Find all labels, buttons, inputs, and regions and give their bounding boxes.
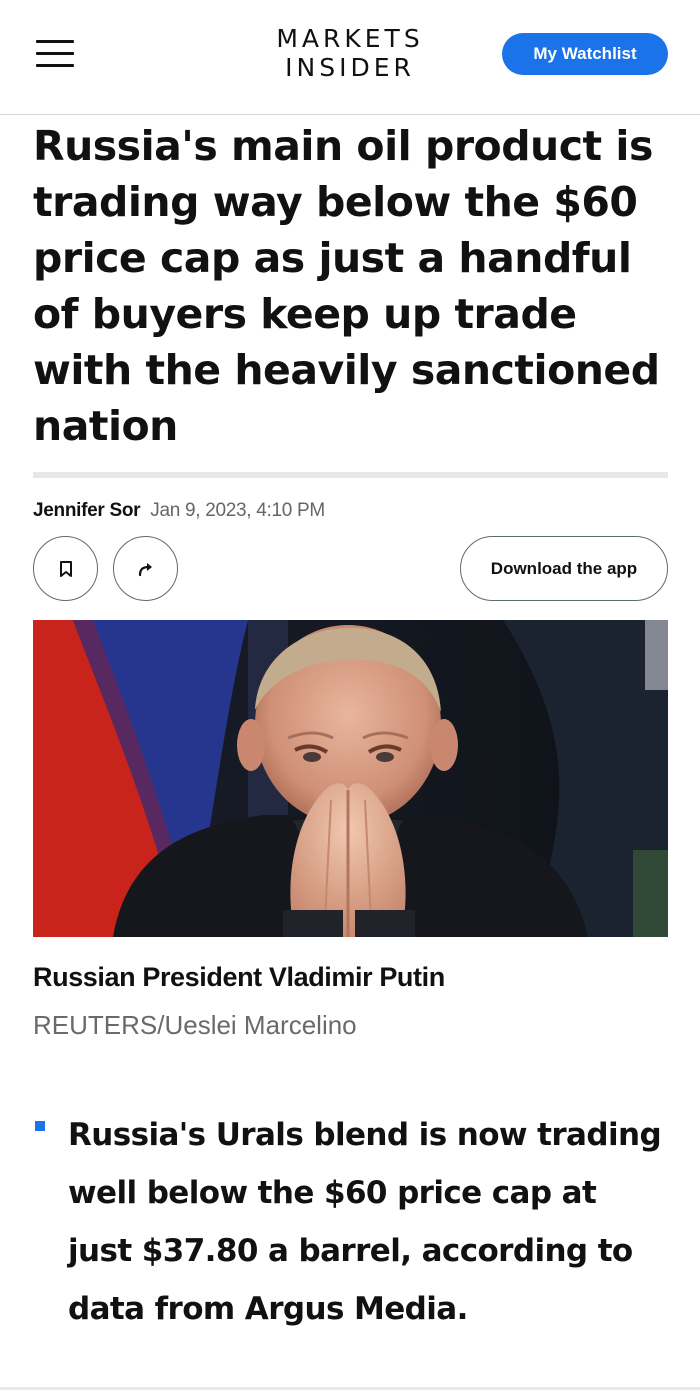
site-header: MARKETS INSIDER My Watchlist	[0, 0, 700, 115]
bookmark-icon	[59, 560, 72, 577]
menu-icon[interactable]	[36, 40, 74, 68]
my-watchlist-button[interactable]: My Watchlist	[502, 33, 668, 75]
image-credit: REUTERS/Ueslei Marcelino	[33, 1010, 357, 1040]
photo-putin-hands-to-face	[33, 620, 668, 937]
download-app-button[interactable]: Download the app	[460, 536, 668, 601]
logo-line-markets: MARKETS	[276, 24, 424, 53]
byline: Jennifer Sor Jan 9, 2023, 4:10 PM	[33, 499, 325, 523]
logo-line-insider: INSIDER	[285, 53, 415, 82]
bullet-marker	[35, 1121, 45, 1131]
share-button[interactable]	[113, 536, 178, 601]
publish-date: Jan 9, 2023, 4:10 PM	[150, 500, 325, 521]
key-point-item: Russia's Urals blend is now trading well…	[68, 1117, 662, 1327]
article-photo	[33, 620, 668, 937]
author-name[interactable]: Jennifer Sor	[33, 500, 141, 521]
bookmark-button[interactable]	[33, 536, 98, 601]
image-caption: Russian President Vladimir Putin	[33, 962, 445, 992]
headline-divider	[33, 472, 668, 478]
site-logo[interactable]: MARKETS INSIDER	[250, 24, 450, 82]
share-arrow-icon	[138, 562, 152, 576]
article-headline: Russia's main oil product is trading way…	[33, 122, 660, 450]
